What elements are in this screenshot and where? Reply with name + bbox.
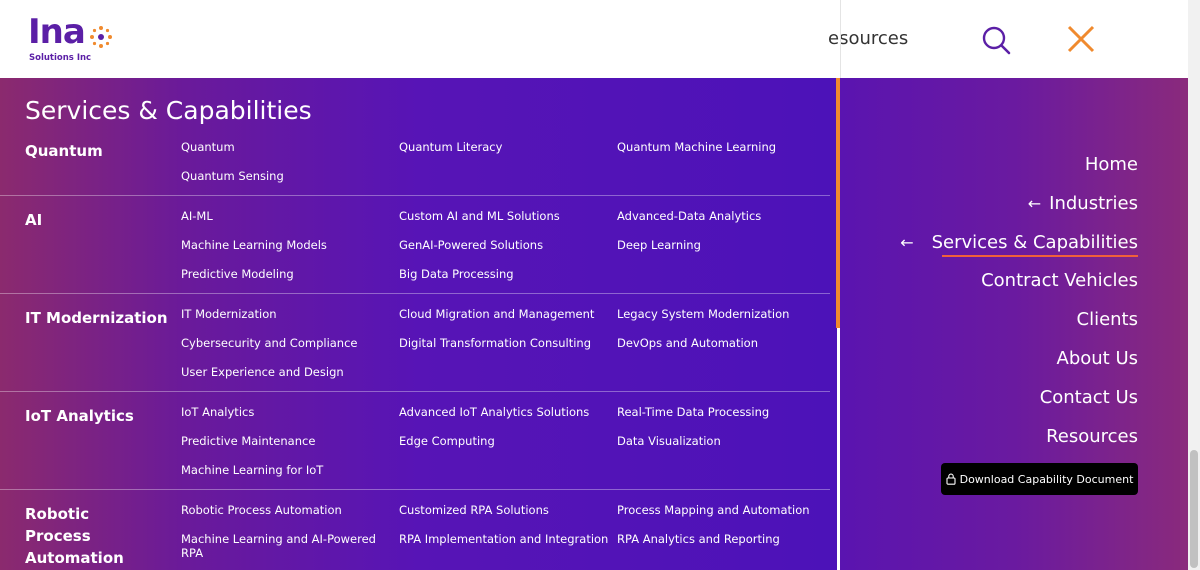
menu-link[interactable]: Advanced IoT Analytics Solutions	[399, 405, 589, 419]
company-logo[interactable]: Ina Solutions Inc	[28, 12, 128, 66]
side-nav-clients[interactable]: Clients	[1077, 309, 1139, 330]
menu-link[interactable]: Machine Learning for IoT	[181, 463, 323, 477]
side-nav-label: Home	[1084, 154, 1138, 175]
side-navigation: Home ← Industries ← Services & Capabilitie…	[840, 78, 1188, 570]
menu-link[interactable]: Predictive Modeling	[181, 267, 294, 281]
menu-link[interactable]: Predictive Maintenance	[181, 434, 315, 448]
side-nav-industries[interactable]: ← Industries	[1028, 193, 1138, 214]
side-nav-label: Contact Us	[1039, 387, 1138, 408]
logo-subtext: Solutions Inc	[29, 53, 92, 63]
menu-link[interactable]: IT Modernization	[181, 307, 277, 321]
arrow-left-icon: ←	[1027, 194, 1042, 213]
side-nav-resources[interactable]: Resources	[1046, 426, 1138, 447]
menu-link[interactable]: GenAI-Powered Solutions	[399, 238, 543, 252]
menu-link[interactable]: Real-Time Data Processing	[617, 405, 769, 419]
menu-link[interactable]: RPA Implementation and Integration	[399, 532, 608, 546]
menu-link[interactable]: Digital Transformation Consulting	[399, 336, 591, 350]
logo-text: Ina	[28, 12, 86, 52]
menu-link[interactable]: Quantum Literacy	[399, 140, 502, 154]
category-robotic-process-automation: Robotic Process Automation Robotic Proce…	[0, 503, 830, 570]
mega-menu-title: Services & Capabilities	[25, 96, 312, 125]
side-nav-label: Industries	[1049, 193, 1138, 214]
active-item-underline	[942, 255, 1138, 257]
menu-link[interactable]: Big Data Processing	[399, 267, 514, 281]
side-nav-label: Contract Vehicles	[981, 270, 1138, 291]
menu-link[interactable]: DevOps and Automation	[617, 336, 758, 350]
menu-link[interactable]: Quantum	[181, 140, 235, 154]
menu-link[interactable]: Data Visualization	[617, 434, 721, 448]
side-nav-label: Clients	[1076, 309, 1139, 330]
side-nav-label: Services & Capabilities	[931, 232, 1138, 253]
category-name: Robotic Process Automation	[25, 505, 124, 567]
site-header: Ina Solutions Inc esources	[0, 0, 1200, 78]
download-button-label: Download Capability Document	[959, 472, 1134, 486]
menu-link[interactable]: RPA Analytics and Reporting	[617, 532, 780, 546]
menu-link[interactable]: Customized RPA Solutions	[399, 503, 549, 517]
menu-link[interactable]: Edge Computing	[399, 434, 495, 448]
category-name: IoT Analytics	[25, 407, 134, 425]
menu-link[interactable]: Legacy System Modernization	[617, 307, 789, 321]
download-capability-button[interactable]: Download Capability Document	[941, 463, 1138, 495]
category-name: Quantum	[25, 142, 103, 160]
menu-link[interactable]: User Experience and Design	[181, 365, 344, 379]
menu-link[interactable]: Cloud Migration and Management	[399, 307, 594, 321]
menu-link[interactable]: IoT Analytics	[181, 405, 254, 419]
logo-dots-icon	[90, 26, 112, 48]
menu-link[interactable]: Robotic Process Automation	[181, 503, 342, 517]
arrow-left-icon: ←	[900, 233, 914, 252]
category-iot-analytics: IoT Analytics IoT Analytics Advanced IoT…	[0, 405, 830, 490]
category-name: AI	[25, 211, 43, 229]
lock-icon	[946, 473, 956, 485]
side-nav-label: Resources	[1046, 426, 1138, 447]
menu-link[interactable]: AI-ML	[181, 209, 213, 223]
page-scrollbar-thumb[interactable]	[1190, 450, 1198, 568]
menu-link[interactable]: Process Mapping and Automation	[617, 503, 810, 517]
category-name: IT Modernization	[25, 309, 168, 327]
side-nav-home[interactable]: Home	[1085, 154, 1138, 175]
menu-link[interactable]: Machine Learning and AI-Powered RPA	[181, 532, 381, 560]
side-nav-contract-vehicles[interactable]: Contract Vehicles	[981, 270, 1138, 291]
close-icon[interactable]	[1064, 22, 1098, 56]
side-nav-about-us[interactable]: About Us	[1057, 348, 1139, 369]
menu-link[interactable]: Cybersecurity and Compliance	[181, 336, 358, 350]
menu-link[interactable]: Custom AI and ML Solutions	[399, 209, 560, 223]
side-nav-label: About Us	[1056, 348, 1139, 369]
category-ai: AI AI-ML Custom AI and ML Solutions Adva…	[0, 209, 830, 294]
menu-link[interactable]: Deep Learning	[617, 238, 701, 252]
menu-link[interactable]: Machine Learning Models	[181, 238, 327, 252]
side-nav-contact-us[interactable]: Contact Us	[1040, 387, 1138, 408]
menu-link[interactable]: Quantum Sensing	[181, 169, 284, 183]
header-divider	[840, 0, 841, 78]
search-icon[interactable]	[980, 24, 1012, 56]
services-mega-menu: Services & Capabilities Quantum Quantum …	[0, 78, 837, 570]
page-scrollbar[interactable]	[1188, 0, 1200, 570]
category-it-modernization: IT Modernization IT Modernization Cloud …	[0, 307, 830, 392]
menu-link[interactable]: Advanced-Data Analytics	[617, 209, 761, 223]
side-nav-services-capabilities[interactable]: ← Services & Capabilities	[900, 232, 1138, 253]
menu-link[interactable]: Quantum Machine Learning	[617, 140, 776, 154]
category-quantum: Quantum Quantum Quantum Literacy Quantum…	[0, 140, 830, 196]
